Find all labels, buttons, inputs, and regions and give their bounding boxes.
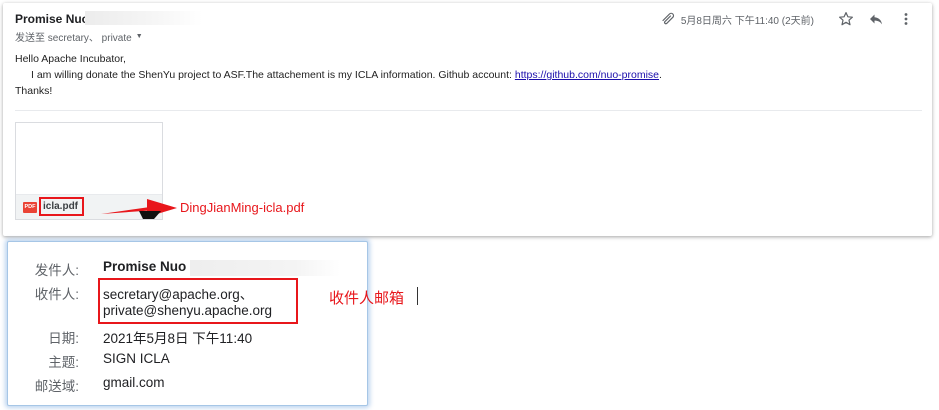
from-label: 发件人: <box>34 263 79 278</box>
to-label: 收件人: <box>34 287 79 302</box>
message-details-popup: 发件人: Promise Nuo 收件人: secretary@apache.o… <box>7 241 368 406</box>
subject-value: SIGN ICLA <box>103 351 170 366</box>
from-value[interactable]: Promise Nuo <box>103 259 186 274</box>
body-main-line: I am willing donate the ShenYu project t… <box>15 67 915 83</box>
github-link[interactable]: https://github.com/nuo-promise <box>515 69 659 81</box>
details-from-row: 发件人: Promise Nuo <box>8 259 367 279</box>
body-line-prefix: I am willing donate the ShenYu project t… <box>31 69 515 81</box>
body-greeting: Hello Apache Incubator, <box>15 53 126 65</box>
body-closing: Thanks! <box>15 85 53 97</box>
caret-down-icon: ▼ <box>135 33 143 40</box>
paperclip-icon <box>661 11 677 27</box>
date-label: 日期: <box>48 331 79 346</box>
sender-email-redacted <box>85 11 203 25</box>
more-vert-icon[interactable] <box>894 10 918 28</box>
renamed-filename-note: DingJianMing-icla.pdf <box>180 200 305 215</box>
star-icon[interactable] <box>834 10 858 28</box>
date-value: 2021年5月8日 下午11:40 <box>103 331 253 346</box>
details-mailed-by-row: 邮送域: gmail.com <box>8 375 367 395</box>
filename-highlight-box <box>39 197 84 216</box>
details-date-row: 日期: 2021年5月8日 下午11:40 <box>8 327 367 347</box>
message-header-actions: 5月8日周六 下午11:40 (2天前) <box>661 10 918 28</box>
mailed-by-label: 邮送域: <box>34 379 79 394</box>
recipients-summary: 发送至 secretary、 private <box>15 33 132 44</box>
from-email-redacted <box>190 260 340 276</box>
email-message-card: Promise Nuo 发送至 secretary、 private ▼ 5月8… <box>3 3 932 236</box>
reply-icon[interactable] <box>864 10 888 28</box>
mailed-by-value: gmail.com <box>103 375 165 390</box>
pdf-icon: PDF <box>23 202 37 213</box>
details-subject-row: 主题: SIGN ICLA <box>8 351 367 371</box>
message-body: Hello Apache Incubator, I am willing don… <box>15 51 915 99</box>
attachment-divider <box>15 110 922 111</box>
recipients-highlight-box <box>98 278 298 324</box>
recipient-email-note: 收件人邮箱 <box>329 290 405 307</box>
subject-label: 主题: <box>48 355 79 370</box>
body-line-suffix: . <box>659 69 662 81</box>
message-date: 5月8日周六 下午11:40 (2天前) <box>680 15 814 27</box>
sender-name[interactable]: Promise Nuo <box>15 12 89 26</box>
arrow-icon <box>101 199 177 219</box>
text-cursor <box>417 287 418 305</box>
recipients-toggle[interactable]: 发送至 secretary、 private ▼ <box>15 29 143 44</box>
